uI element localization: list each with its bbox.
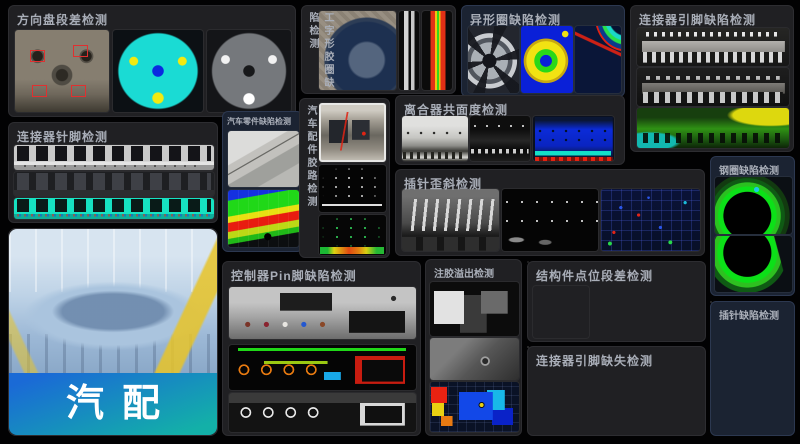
pins-photo — [402, 189, 499, 251]
panel-label: 汽车零件缺陷检测 — [227, 116, 291, 127]
ring-profile-heatmap — [422, 11, 452, 90]
pins-scatter-plot — [601, 189, 700, 251]
defect-box — [73, 45, 88, 57]
panel-glue-path: 汽车配件胶路检测 — [299, 98, 390, 258]
defect-box — [71, 85, 86, 97]
category-title: 汽配 — [48, 385, 178, 423]
pins-tips-dark — [502, 189, 598, 251]
panel-clutch-coplanarity: 离合器共面度检测 — [395, 95, 625, 165]
panel-label: 插针缺陷检测 — [719, 307, 779, 322]
controller-photo — [229, 287, 416, 339]
panel-steering-wheel-step: 方向盘段差检测 — [8, 5, 296, 117]
panel-label: 钢圈缺陷检测 — [719, 162, 779, 177]
panel-label: 控制器Pin脚缺陷检测 — [231, 267, 357, 284]
steering-wheel-heatmap — [113, 30, 203, 112]
panel-label: 插针歪斜检测 — [404, 175, 482, 192]
defect-box — [32, 85, 47, 97]
panel-structure-point-step: 结构件点位段差检测 — [527, 261, 706, 342]
steel-ring-heatmap-1 — [715, 177, 792, 234]
category-banner[interactable]: 汽配 — [9, 373, 217, 435]
panel-glue-overflow: 注胶溢出检测 — [425, 259, 522, 436]
glue-dots-gray — [319, 165, 386, 212]
part-edge-heatmap — [228, 190, 299, 247]
panel-label-vertical: 汽车配件胶路检测 — [303, 105, 318, 209]
glue-dots-heatmap — [319, 215, 386, 255]
panel-rubber-ring-defect: 工字形胶圈缺陷检测 — [301, 5, 456, 94]
panel-label: 注胶溢出检测 — [434, 265, 494, 280]
panel-label: 离合器共面度检测 — [404, 101, 508, 118]
defect-box — [30, 50, 45, 62]
glue-part-photo — [430, 338, 519, 380]
panel-pin-skew: 插针歪斜检测 — [395, 169, 705, 256]
connector-photo-1 — [637, 28, 789, 66]
ring-profile-gray — [399, 11, 419, 90]
connector-row-heatmap — [14, 198, 214, 219]
gear-ring-heatmap — [521, 26, 573, 93]
panel-connector-pin-missing: 连接器引脚缺失检测 — [527, 346, 706, 436]
panel-label: 连接器针脚检测 — [17, 128, 108, 145]
panel-pin-defect: 插针缺陷检测 — [710, 301, 795, 436]
connector-row-dark — [14, 172, 214, 196]
steel-ring-heatmap-2 — [715, 236, 792, 292]
auto-parts-vision-showcase: 方向盘段差检测 工字形胶圈缺陷检测 异形圈缺陷检测 连接器引脚缺陷检测 连接器针… — [0, 0, 800, 444]
panel-label: 结构件点位段差检测 — [536, 267, 653, 284]
gear-ring-gray — [468, 26, 519, 93]
connector-row-photo — [14, 145, 214, 170]
ring-edge-heatmap — [575, 26, 621, 93]
clutch-strip-heatmap — [533, 116, 614, 161]
glue-heatmap — [430, 382, 519, 432]
panel-steel-ring-defect: 钢圈缺陷检测 — [710, 156, 795, 296]
part-edge-photo — [228, 131, 299, 187]
steering-wheel-binary — [207, 30, 291, 112]
connector-heatmap — [637, 108, 789, 148]
panel-special-ring-defect: 异形圈缺陷检测 — [461, 5, 625, 97]
panel-label: 连接器引脚缺陷检测 — [639, 11, 756, 28]
panel-label: 连接器引脚缺失检测 — [536, 352, 653, 369]
panel-connector-pin-defect: 连接器引脚缺陷检测 — [630, 5, 794, 152]
panel-auto-part-defect: 汽车零件缺陷检测 — [222, 111, 303, 252]
gear-ring-dark — [533, 286, 589, 338]
clutch-strip-photo — [402, 116, 468, 161]
glue-board-photo — [319, 103, 386, 162]
clutch-strip-dark — [470, 116, 530, 161]
glue-binary — [430, 282, 519, 336]
panel-controller-pin-defect: 控制器Pin脚缺陷检测 — [222, 261, 421, 436]
car-factory-photo — [9, 229, 217, 379]
panel-label-vertical: 工字形胶圈缺陷检测 — [305, 12, 335, 93]
panel-connector-pin-check: 连接器针脚检测 — [8, 122, 218, 223]
category-tile-auto-parts[interactable]: 汽配 — [8, 228, 218, 436]
panel-label: 异形圈缺陷检测 — [470, 11, 561, 28]
panel-label: 方向盘段差检测 — [17, 11, 108, 28]
connector-photo-2 — [637, 68, 789, 106]
controller-binary — [229, 393, 416, 432]
steering-wheel-photo — [15, 30, 109, 112]
controller-heatmap — [229, 345, 416, 390]
